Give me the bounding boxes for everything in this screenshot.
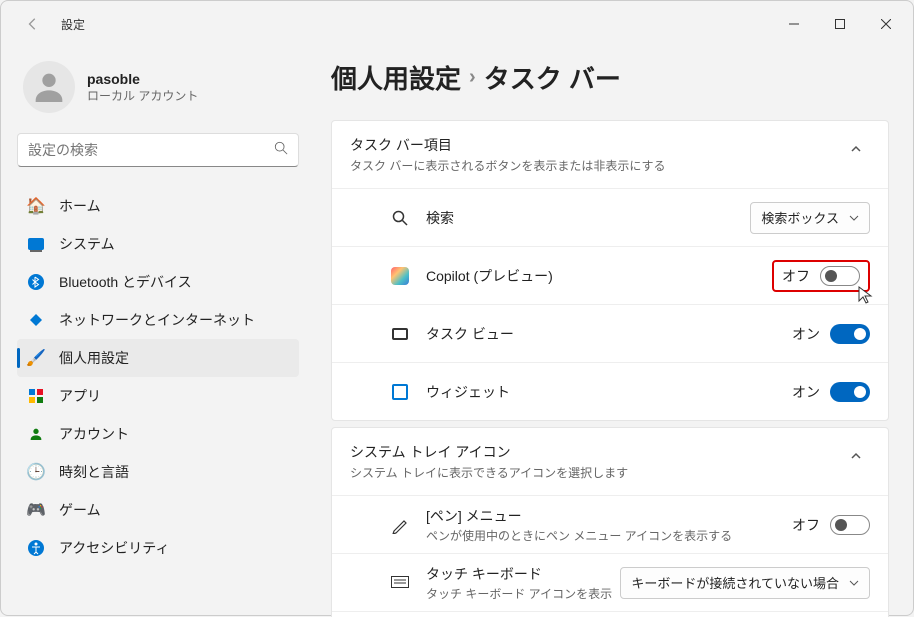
breadcrumb: 個人用設定 › タスク バー [331,59,889,96]
personalization-icon: 🖌️ [27,349,45,367]
row-search: 検索 検索ボックス [332,188,888,246]
row-virtual-touchpad: 仮想タッチパッド [332,611,888,617]
search-input[interactable] [28,142,274,158]
apps-icon [27,387,45,405]
systray-card: システム トレイ アイコン システム トレイに表示できるアイコンを選択します [… [331,427,889,617]
nav-accessibility[interactable]: アクセシビリティ [17,529,299,567]
row-copilot: Copilot (プレビュー) オフ [332,246,888,304]
nav-accounts[interactable]: アカウント [17,415,299,453]
systray-header[interactable]: システム トレイ アイコン システム トレイに表示できるアイコンを選択します [332,428,888,495]
search-icon [390,208,410,228]
cursor-icon [858,286,874,304]
gaming-icon: 🎮 [27,501,45,519]
nav-home[interactable]: 🏠ホーム [17,187,299,225]
user-name: pasoble [87,71,198,87]
home-icon: 🏠 [27,197,45,215]
breadcrumb-parent[interactable]: 個人用設定 [331,59,461,96]
taskbar-items-card: タスク バー項目 タスク バーに表示されるボタンを表示または非表示にする 検索 … [331,120,889,421]
minimize-button[interactable] [771,8,817,40]
sidebar: pasoble ローカル アカウント 🏠ホーム システム Bluetooth と… [1,47,311,617]
main-content: 個人用設定 › タスク バー タスク バー項目 タスク バーに表示されるボタンを… [311,47,913,617]
chevron-right-icon: › [469,66,476,89]
keyboard-icon [390,573,410,593]
network-icon [27,311,45,329]
copilot-highlight: オフ [772,260,870,292]
search-dropdown[interactable]: 検索ボックス [750,202,870,234]
nav-network[interactable]: ネットワークとインターネット [17,301,299,339]
close-button[interactable] [863,8,909,40]
system-icon [27,235,45,253]
search-box[interactable] [17,133,299,167]
bluetooth-icon [27,273,45,291]
nav-gaming[interactable]: 🎮ゲーム [17,491,299,529]
nav-apps[interactable]: アプリ [17,377,299,415]
touchkb-dropdown[interactable]: キーボードが接続されていない場合 [620,567,870,599]
taskview-toggle[interactable] [830,324,870,344]
copilot-toggle[interactable] [820,266,860,286]
copilot-icon [390,266,410,286]
row-widgets: ウィジェット オン [332,362,888,420]
clock-icon: 🕒 [27,463,45,481]
app-title: 設定 [61,16,85,33]
user-subtitle: ローカル アカウント [87,87,198,104]
pen-toggle[interactable] [830,515,870,535]
nav-system[interactable]: システム [17,225,299,263]
chevron-down-icon [849,578,859,588]
back-button[interactable] [17,8,49,40]
chevron-down-icon [849,213,859,223]
row-taskview: タスク ビュー オン [332,304,888,362]
nav-time-language[interactable]: 🕒時刻と言語 [17,453,299,491]
nav-personalization[interactable]: 🖌️個人用設定 [17,339,299,377]
search-icon [274,141,288,160]
pen-icon [390,515,410,535]
collapse-button[interactable] [842,442,870,470]
accessibility-icon [27,539,45,557]
accounts-icon [27,425,45,443]
row-pen: [ペン] メニュー ペンが使用中のときにペン メニュー アイコンを表示する オフ [332,495,888,553]
avatar [23,61,75,113]
breadcrumb-current: タスク バー [484,59,621,96]
widgets-toggle[interactable] [830,382,870,402]
taskview-icon [390,324,410,344]
maximize-button[interactable] [817,8,863,40]
taskbar-items-header[interactable]: タスク バー項目 タスク バーに表示されるボタンを表示または非表示にする [332,121,888,188]
user-block[interactable]: pasoble ローカル アカウント [17,47,299,133]
nav-list: 🏠ホーム システム Bluetooth とデバイス ネットワークとインターネット… [17,187,299,605]
row-touch-keyboard: タッチ キーボード タッチ キーボード アイコンを表示 キーボードが接続されてい… [332,553,888,611]
nav-bluetooth[interactable]: Bluetooth とデバイス [17,263,299,301]
widgets-icon [390,382,410,402]
collapse-button[interactable] [842,135,870,163]
